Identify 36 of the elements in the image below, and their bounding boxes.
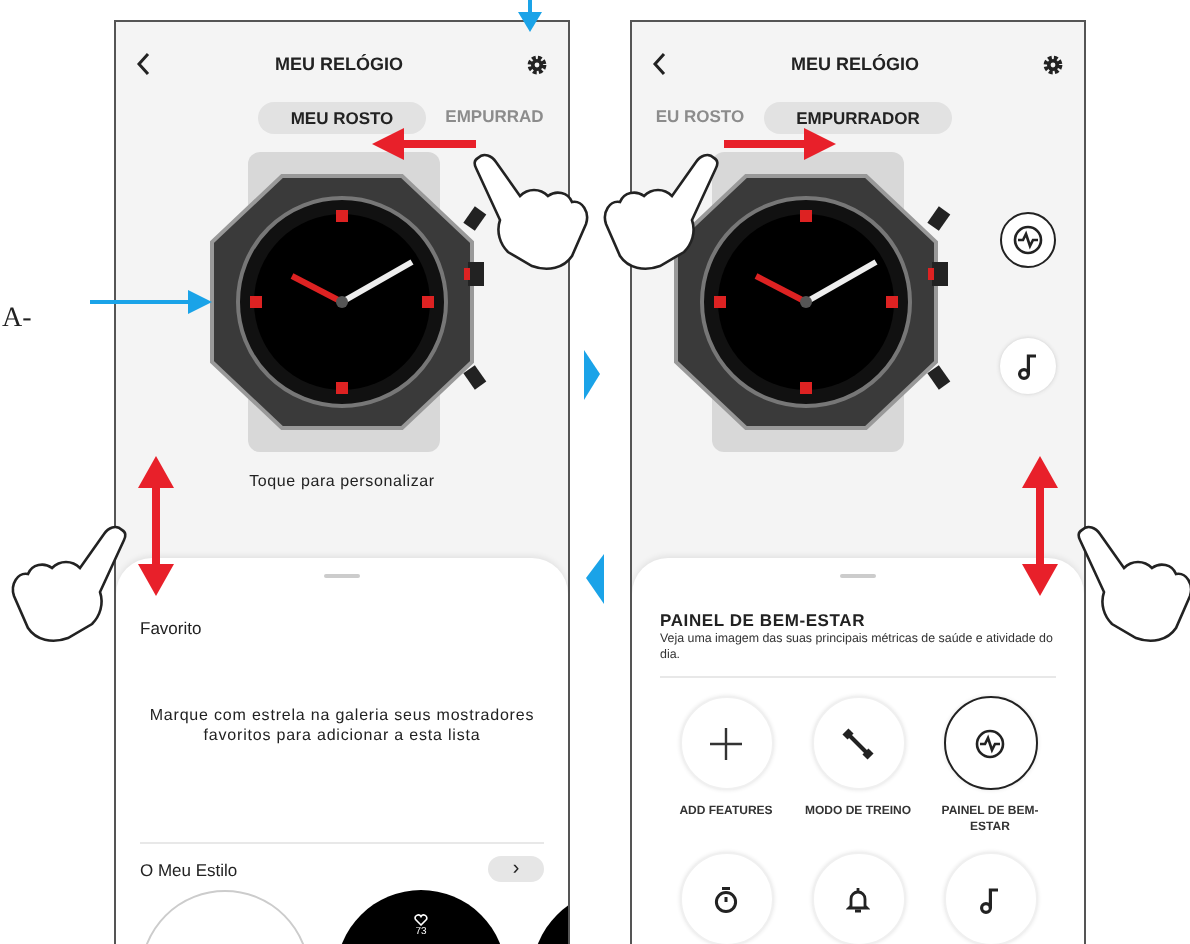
swipe-arrow <box>1022 456 1058 596</box>
tab[interactable]: EMPURRADOR <box>764 101 952 133</box>
dumbbell-icon <box>842 727 874 759</box>
pointer-arrow <box>90 290 212 314</box>
music-note-icon <box>1016 351 1040 379</box>
back-triangle <box>586 554 604 604</box>
swipe-arrow <box>724 128 836 160</box>
back-icon[interactable] <box>652 52 668 76</box>
caption-text: A- <box>2 304 32 336</box>
pointer-arrow <box>518 0 542 32</box>
section-title: O Meu Estilo <box>140 859 238 879</box>
section-heading: PAINEL DE BEM-ESTAR <box>660 610 868 630</box>
settings-icon[interactable] <box>1041 53 1064 75</box>
feature-button[interactable] <box>943 696 1037 790</box>
empty-message: Marque com estrela na galeria seus mostradores favoritos para adicionar a esta lista <box>147 706 537 746</box>
plus-icon <box>708 725 744 761</box>
screen-title: MEU RELÓGIO <box>274 54 403 74</box>
pulse-icon <box>1012 223 1044 255</box>
more-button[interactable]: › <box>488 856 544 882</box>
swipe-arrow <box>372 128 476 160</box>
music-note-icon <box>978 885 1002 913</box>
next-triangle <box>584 350 600 400</box>
round-button[interactable] <box>1000 211 1056 267</box>
pulse-icon <box>974 727 1006 759</box>
stopwatch-icon <box>714 885 738 913</box>
screen-title: MEU RELÓGIO <box>790 54 919 74</box>
drag-handle <box>840 574 876 578</box>
hint-text: Toque para personalizar <box>247 472 437 490</box>
heart-icon <box>414 914 428 926</box>
bell-icon <box>846 885 870 913</box>
section-heading: Favorito <box>140 618 204 638</box>
swipe-arrow <box>138 456 174 596</box>
drag-handle <box>324 574 360 578</box>
tab[interactable]: MEU ROSTO <box>258 101 426 133</box>
back-icon[interactable] <box>136 52 152 76</box>
settings-icon[interactable] <box>525 53 548 75</box>
